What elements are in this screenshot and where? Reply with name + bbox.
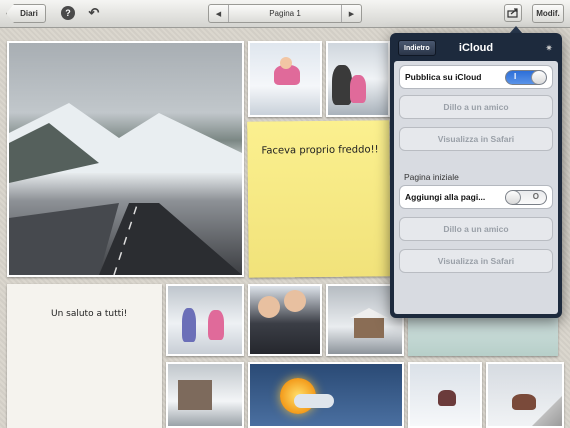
toolbar: Diari ? ↶ ◀ Pagina 1 ▶ Modif. xyxy=(0,0,570,28)
popover-body: Pubblica su iCloud I Dillo a un amico Vi… xyxy=(394,61,558,314)
spinner-icon: ✷ xyxy=(545,43,553,53)
view-in-safari-button-2[interactable]: Visualizza in Safari xyxy=(399,249,553,273)
tell-a-friend-button-1[interactable]: Dillo a un amico xyxy=(399,95,553,119)
map-tile[interactable] xyxy=(408,318,558,356)
popover-header: Indietro iCloud ✷ xyxy=(394,37,558,59)
next-page-button[interactable]: ▶ xyxy=(341,5,361,22)
publish-icloud-toggle[interactable]: I xyxy=(505,70,547,85)
page-label: Pagina 1 xyxy=(269,9,301,18)
photo-adult-and-child[interactable] xyxy=(326,41,390,117)
photo-child-in-snow[interactable] xyxy=(248,41,322,117)
toggle-knob xyxy=(506,191,521,204)
back-to-journals-button[interactable]: Diari xyxy=(6,4,46,23)
white-note[interactable]: Un saluto a tutti! xyxy=(7,284,162,428)
toggle-off-label: O xyxy=(532,192,539,201)
edit-button[interactable]: Modif. xyxy=(532,4,564,23)
photo-couple-selfie[interactable] xyxy=(248,284,322,356)
add-home-page-toggle[interactable]: O xyxy=(505,190,547,205)
photo-snowy-road[interactable] xyxy=(7,41,244,277)
toggle-on-label: I xyxy=(514,72,517,81)
page-navigator: ◀ Pagina 1 ▶ xyxy=(208,4,362,23)
previous-page-button[interactable]: ◀ xyxy=(209,5,229,22)
photo-page-curl[interactable] xyxy=(486,362,564,428)
white-note-text: Un saluto a tutti! xyxy=(51,309,128,319)
photo-snowy-chalet[interactable] xyxy=(166,362,244,428)
publish-icloud-label: Pubblica su iCloud xyxy=(405,72,482,82)
yellow-note[interactable]: Faceva proprio freddo!! xyxy=(247,120,391,278)
add-home-page-label: Aggiungi alla pagi... xyxy=(405,192,486,202)
toggle-knob xyxy=(531,71,546,84)
photo-child-sledding[interactable] xyxy=(408,362,482,428)
section-title-home-page: Pagina iniziale xyxy=(404,172,459,182)
yellow-note-text: Faceva proprio freddo!! xyxy=(261,144,379,157)
share-icon[interactable] xyxy=(504,4,522,22)
view-in-safari-button-1[interactable]: Visualizza in Safari xyxy=(399,127,553,151)
help-icon[interactable]: ? xyxy=(61,6,75,20)
undo-icon[interactable]: ↶ xyxy=(87,5,101,20)
weather-widget[interactable] xyxy=(248,362,404,428)
popover-title: iCloud xyxy=(458,42,494,54)
popover-back-button[interactable]: Indietro xyxy=(398,40,436,56)
icloud-popover: Indietro iCloud ✷ Pubblica su iCloud I D… xyxy=(390,33,562,318)
publish-icloud-row: Pubblica su iCloud I xyxy=(399,65,553,89)
add-home-page-row: Aggiungi alla pagi... O xyxy=(399,185,553,209)
photo-group-in-snow[interactable] xyxy=(166,284,244,356)
tell-a-friend-button-2[interactable]: Dillo a un amico xyxy=(399,217,553,241)
